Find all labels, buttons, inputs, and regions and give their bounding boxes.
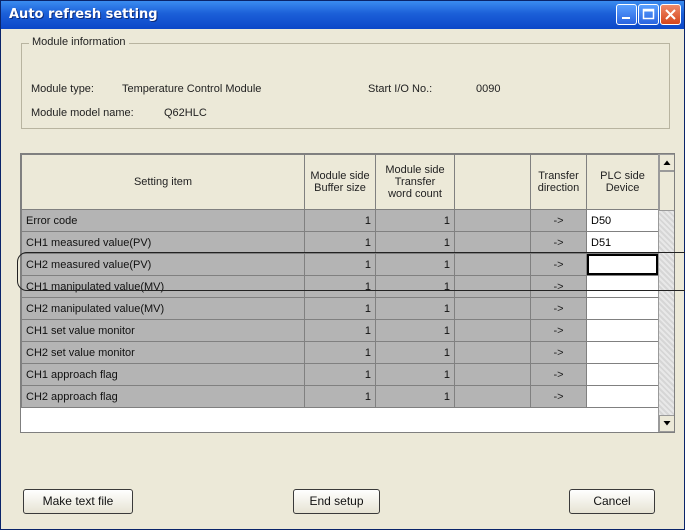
table-row[interactable]: Error code 1 1 -> D50 [21, 209, 659, 232]
maximize-icon [642, 8, 655, 20]
transfer-word-count-cell: 1 [375, 231, 455, 254]
table-row[interactable]: CH1 measured value(PV) 1 1 -> D51 [21, 231, 659, 254]
setting-item-cell: CH1 set value monitor [21, 319, 305, 342]
table-header-row: Setting item Module side Buffer size Modu… [21, 154, 659, 210]
transfer-direction-cell: -> [530, 209, 587, 232]
header-transfer-word-count: Module side Transfer word count [375, 154, 455, 210]
transfer-word-count-cell: 1 [375, 341, 455, 364]
setting-item-cell: Error code [21, 209, 305, 232]
window-title: Auto refresh setting [9, 7, 158, 22]
scroll-down-button[interactable] [659, 415, 674, 432]
minimize-icon [622, 17, 630, 19]
start-io-value: 0090 [476, 83, 501, 95]
plc-device-input[interactable] [586, 363, 659, 386]
transfer-direction-cell: -> [530, 319, 587, 342]
transfer-direction-cell: -> [530, 341, 587, 364]
table-row[interactable]: CH2 set value monitor 1 1 -> [21, 341, 659, 364]
table-row[interactable]: CH2 approach flag 1 1 -> [21, 385, 659, 408]
transfer-word-count-cell: 1 [375, 275, 455, 298]
transfer-word-count-cell: 1 [375, 297, 455, 320]
table-row[interactable]: CH1 set value monitor 1 1 -> [21, 319, 659, 342]
blank-cell [454, 253, 531, 276]
module-information-label: Module information [29, 36, 129, 48]
blank-cell [454, 319, 531, 342]
table-row[interactable]: CH1 approach flag 1 1 -> [21, 363, 659, 386]
setting-item-cell: CH1 approach flag [21, 363, 305, 386]
transfer-word-count-cell: 1 [375, 363, 455, 386]
transfer-word-count-cell: 1 [375, 209, 455, 232]
setting-table: Setting item Module side Buffer size Modu… [21, 154, 659, 408]
scroll-up-icon [663, 160, 671, 165]
buffer-size-cell: 1 [304, 253, 376, 276]
plc-device-input[interactable] [586, 253, 659, 276]
buffer-size-cell: 1 [304, 363, 376, 386]
blank-cell [454, 297, 531, 320]
header-transfer-direction: Transfer direction [530, 154, 587, 210]
scroll-down-icon [663, 421, 671, 426]
close-icon [665, 9, 676, 20]
buffer-size-cell: 1 [304, 341, 376, 364]
setting-item-cell: CH2 set value monitor [21, 341, 305, 364]
maximize-button[interactable] [638, 4, 659, 25]
close-button[interactable] [660, 4, 681, 25]
table-row[interactable]: CH2 measured value(PV) 1 1 -> [21, 253, 659, 276]
table-row[interactable]: CH2 manipulated value(MV) 1 1 -> [21, 297, 659, 320]
cancel-button[interactable]: Cancel [569, 489, 655, 514]
module-type-value: Temperature Control Module [122, 83, 262, 95]
setting-item-cell: CH1 measured value(PV) [21, 231, 305, 254]
blank-cell [454, 209, 531, 232]
blank-cell [454, 231, 531, 254]
blank-cell [454, 341, 531, 364]
blank-cell [454, 275, 531, 298]
buffer-size-cell: 1 [304, 297, 376, 320]
plc-device-input[interactable]: D51 [586, 231, 659, 254]
buffer-size-cell: 1 [304, 319, 376, 342]
transfer-direction-cell: -> [530, 297, 587, 320]
header-blank [454, 154, 531, 210]
plc-device-input[interactable] [586, 385, 659, 408]
setting-item-cell: CH2 approach flag [21, 385, 305, 408]
plc-device-input[interactable] [586, 319, 659, 342]
plc-device-input[interactable] [586, 275, 659, 298]
title-bar[interactable]: Auto refresh setting [1, 1, 684, 29]
transfer-direction-cell: -> [530, 231, 587, 254]
transfer-direction-cell: -> [530, 363, 587, 386]
header-setting-item: Setting item [21, 154, 305, 210]
transfer-word-count-cell: 1 [375, 253, 455, 276]
end-setup-button[interactable]: End setup [293, 489, 380, 514]
make-text-file-button[interactable]: Make text file [23, 489, 133, 514]
buffer-size-cell: 1 [304, 231, 376, 254]
minimize-button[interactable] [616, 4, 637, 25]
buffer-size-cell: 1 [304, 385, 376, 408]
setting-grid: Setting item Module side Buffer size Modu… [20, 153, 675, 433]
buffer-size-cell: 1 [304, 275, 376, 298]
setting-item-cell: CH1 manipulated value(MV) [21, 275, 305, 298]
module-type-label: Module type: [31, 83, 94, 95]
header-buffer-size: Module side Buffer size [304, 154, 376, 210]
buffer-size-cell: 1 [304, 209, 376, 232]
blank-cell [454, 385, 531, 408]
table-row[interactable]: CH1 manipulated value(MV) 1 1 -> [21, 275, 659, 298]
module-model-label: Module model name: [31, 107, 134, 119]
transfer-word-count-cell: 1 [375, 385, 455, 408]
setting-item-cell: CH2 manipulated value(MV) [21, 297, 305, 320]
auto-refresh-window: Auto refresh setting Module information … [0, 0, 685, 530]
scroll-thumb[interactable] [659, 171, 674, 211]
transfer-direction-cell: -> [530, 385, 587, 408]
plc-device-input[interactable]: D50 [586, 209, 659, 232]
vertical-scrollbar[interactable] [658, 154, 674, 432]
plc-device-input[interactable] [586, 297, 659, 320]
transfer-direction-cell: -> [530, 275, 587, 298]
header-plc-device: PLC side Device [586, 154, 659, 210]
scroll-up-button[interactable] [659, 154, 674, 171]
setting-item-cell: CH2 measured value(PV) [21, 253, 305, 276]
transfer-word-count-cell: 1 [375, 319, 455, 342]
blank-cell [454, 363, 531, 386]
transfer-direction-cell: -> [530, 253, 587, 276]
module-model-value: Q62HLC [164, 107, 207, 119]
plc-device-input[interactable] [586, 341, 659, 364]
start-io-label: Start I/O No.: [368, 83, 433, 95]
